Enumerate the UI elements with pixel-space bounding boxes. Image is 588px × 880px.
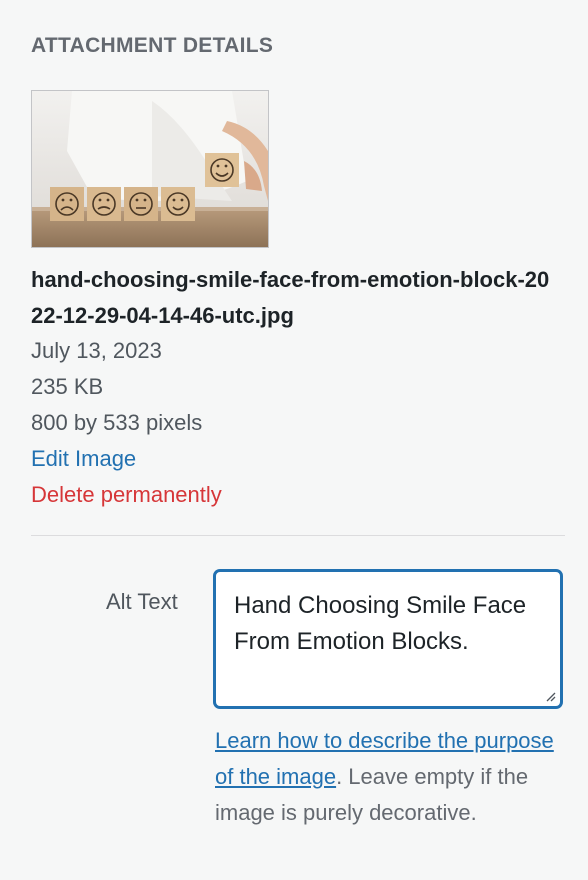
attachment-details-panel: ATTACHMENT DETAILS hand-choosing-smile-f… [0, 0, 588, 880]
resize-handle-icon[interactable] [544, 690, 556, 702]
alt-text-label: Alt Text [106, 589, 178, 614]
upload-date: July 13, 2023 [31, 338, 162, 363]
section-divider [31, 535, 565, 536]
attachment-filename: hand-choosing-smile-face-from-emotion-bl… [31, 267, 550, 328]
alt-text-textarea[interactable]: Hand Choosing Smile Face From Emotion Bl… [214, 570, 562, 708]
edit-image-link[interactable]: Edit Image [31, 441, 136, 477]
alt-text-value: Hand Choosing Smile Face From Emotion Bl… [234, 592, 527, 655]
photo-icon [32, 91, 268, 247]
image-dimensions: 800 by 533 pixels [31, 410, 203, 435]
attachment-thumbnail[interactable] [31, 90, 269, 248]
panel-heading: ATTACHMENT DETAILS [31, 34, 274, 57]
file-size: 235 KB [31, 374, 104, 399]
alt-text-help: Learn how to describe the purpose of the… [215, 723, 560, 831]
delete-permanently-link[interactable]: Delete permanently [31, 477, 222, 513]
